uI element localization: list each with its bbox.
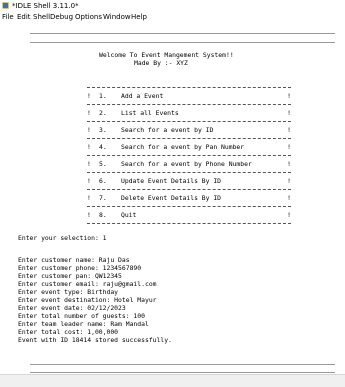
menu-bar: File Edit Shell Debug Options Window Hel… — [0, 12, 345, 23]
menu-option: ! 3. Search for a event by ID! — [87, 123, 291, 139]
output-line: Enter total number of guests: 100 — [18, 312, 145, 320]
menu-debug[interactable]: Debug — [50, 12, 73, 23]
output-line: Enter customer name: Raju Das — [18, 256, 130, 264]
menu-box-top-border — [87, 87, 291, 88]
output-line: Event with ID 18414 stored successfully. — [18, 336, 172, 344]
menu-option: ! 6. Update Event Details By ID! — [87, 174, 291, 190]
output-line: Enter customer phone: 1234567890 — [18, 264, 142, 272]
title-bar: *IDLE Shell 3.11.0* — [0, 0, 345, 12]
separator-line — [30, 372, 335, 373]
made-by-text: Made By :- XYZ — [134, 59, 188, 67]
welcome-text: Welcome To Event Mangement System!! — [99, 51, 234, 59]
menu-edit[interactable]: Edit — [17, 12, 31, 23]
menu-option: ! 4. Search for a event by Pan Number! — [87, 140, 291, 156]
output-line: Enter team leader name: Ram Mandal — [18, 320, 149, 328]
horizontal-scrollbar[interactable] — [0, 374, 345, 387]
window-title: *IDLE Shell 3.11.0* — [12, 2, 79, 10]
output-line: Enter event type: Birthday — [18, 288, 119, 296]
menu-option: ! 2. List all Events! — [87, 106, 291, 122]
separator-line — [30, 42, 335, 43]
menu-option: ! 5. Search for a event by Phone Number! — [87, 157, 291, 173]
output-line: Enter total cost: 1,00,000 — [18, 328, 119, 336]
idle-app-icon — [2, 2, 9, 9]
output-line: Enter customer pan: QW12345 — [18, 272, 122, 280]
shell-output-area[interactable]: Welcome To Event Mangement System!! Made… — [0, 24, 345, 374]
menu-help[interactable]: Help — [131, 12, 147, 23]
separator-line — [30, 33, 335, 34]
menu-shell[interactable]: Shell — [33, 12, 50, 23]
output-line: Enter customer email: raju@gmail.com — [18, 280, 157, 288]
menu-option: ! 1. Add a Event! — [87, 89, 291, 105]
output-line: Enter event date: 02/12/2023 — [18, 304, 126, 312]
output-line: Enter event destination: Hotel Mayur — [18, 296, 157, 304]
menu-option: ! 8. Quit! — [87, 208, 291, 224]
main-menu-box: ! 1. Add a Event! ! 2. List all Events! ! 3. S… — [87, 89, 291, 239]
menu-window[interactable]: Window — [103, 12, 131, 23]
menu-options[interactable]: Options — [75, 12, 102, 23]
selection-prompt: Enter your selection: 1 — [18, 234, 107, 242]
menu-option: ! 7. Delete Event Details By ID! — [87, 191, 291, 207]
menu-file[interactable]: File — [2, 12, 14, 23]
separator-line — [30, 364, 335, 365]
